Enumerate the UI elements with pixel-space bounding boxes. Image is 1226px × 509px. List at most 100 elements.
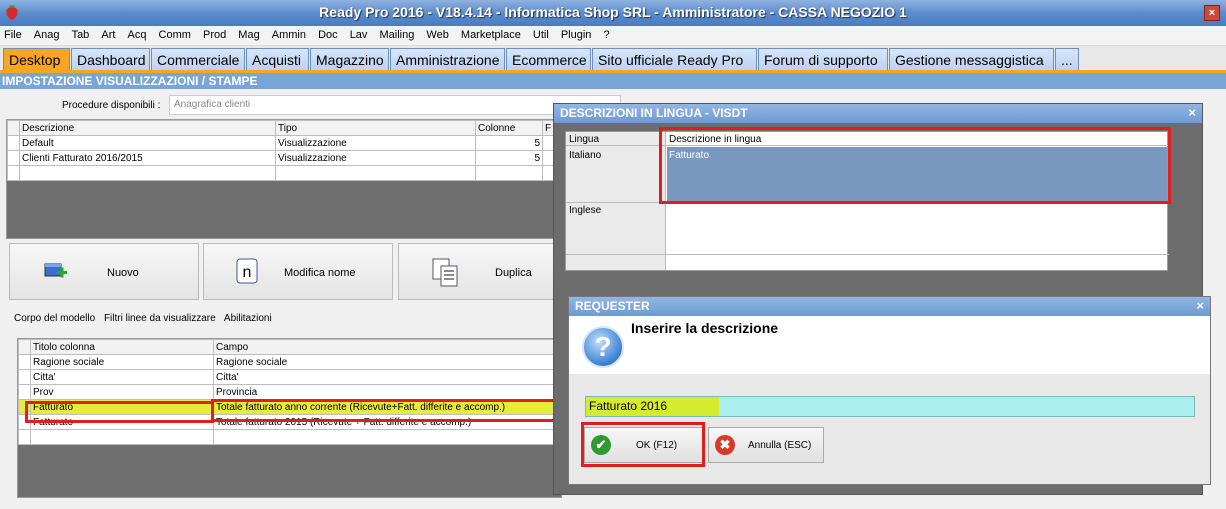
- tab-dashboard[interactable]: Dashboard: [71, 48, 150, 72]
- header-colonne[interactable]: Colonne: [475, 120, 543, 136]
- header-titolo-colonna[interactable]: Titolo colonna: [30, 339, 214, 355]
- procedure-label: Procedure disponibili :: [62, 100, 161, 111]
- menu-anag[interactable]: Anag: [30, 26, 64, 41]
- row-divider: [566, 254, 1169, 255]
- tab-amministrazione[interactable]: Amministrazione: [390, 48, 505, 72]
- tab-messaggistica[interactable]: Gestione messaggistica: [889, 48, 1054, 72]
- menu-bar: File Anag Tab Art Acq Comm Prod Mag Ammi…: [0, 26, 1226, 46]
- cell-titolo[interactable]: Ragione sociale: [30, 354, 214, 370]
- table-row[interactable]: Prov Provincia: [18, 384, 563, 400]
- cell-campo[interactable]: Ragione sociale: [213, 354, 563, 370]
- menu-tab[interactable]: Tab: [68, 26, 94, 41]
- cell-campo[interactable]: Citta': [213, 369, 563, 385]
- header-campo[interactable]: Campo: [213, 339, 563, 355]
- row-indicator: [18, 354, 31, 370]
- row-indicator: [7, 120, 20, 136]
- duplica-button[interactable]: Duplica: [398, 243, 558, 300]
- header-tipo[interactable]: Tipo: [275, 120, 476, 136]
- menu-plugin[interactable]: Plugin: [557, 26, 596, 41]
- header-lingua[interactable]: Lingua: [569, 134, 599, 145]
- tab-desktop[interactable]: Desktop: [3, 48, 70, 72]
- tab-commerciale[interactable]: Commerciale: [151, 48, 245, 72]
- dialog-lang-titlebar: DESCRIZIONI IN LINGUA - VISDT ×: [554, 104, 1202, 123]
- cell-descrizione[interactable]: Clienti Fatturato 2016/2015: [19, 150, 276, 166]
- cancel-x-icon: ✖: [715, 435, 735, 455]
- row-indicator: [7, 135, 20, 151]
- cell-empty[interactable]: [475, 165, 543, 181]
- tab-more[interactable]: ...: [1055, 48, 1079, 72]
- requester-title: REQUESTER: [575, 299, 650, 313]
- row-indicator: [18, 384, 31, 400]
- cell-campo[interactable]: Provincia: [213, 384, 563, 400]
- cell-tipo[interactable]: Visualizzazione: [275, 135, 476, 151]
- tab-acquisti[interactable]: Acquisti: [246, 48, 309, 72]
- header-descrizione[interactable]: Descrizione: [19, 120, 276, 136]
- new-window-icon: [44, 263, 67, 278]
- tab-magazzino[interactable]: Magazzino: [310, 48, 389, 72]
- menu-marketplace[interactable]: Marketplace: [457, 26, 525, 41]
- highlight-titolo: [25, 401, 214, 423]
- menu-doc[interactable]: Doc: [314, 26, 342, 41]
- table-row[interactable]: Ragione sociale Ragione sociale: [18, 354, 563, 370]
- modifica-nome-button[interactable]: n Modifica nome: [203, 243, 393, 300]
- rename-n-icon: n: [236, 258, 258, 284]
- cell-descrizione[interactable]: Default: [19, 135, 276, 151]
- cell-empty[interactable]: [19, 165, 276, 181]
- nuovo-label: Nuovo: [107, 267, 139, 279]
- question-icon: ?: [582, 326, 624, 368]
- menu-prod[interactable]: Prod: [199, 26, 230, 41]
- window-close-button[interactable]: ×: [1204, 5, 1220, 21]
- table-row[interactable]: [18, 429, 563, 445]
- tab-ecommerce[interactable]: Ecommerce: [506, 48, 591, 72]
- cell-lang-inglese[interactable]: Inglese: [569, 205, 601, 216]
- cell-titolo[interactable]: Citta': [30, 369, 214, 385]
- menu-mag[interactable]: Mag: [234, 26, 263, 41]
- cell-tipo[interactable]: Visualizzazione: [275, 150, 476, 166]
- menu-ammin[interactable]: Ammin: [268, 26, 310, 41]
- annulla-label: Annulla (ESC): [748, 440, 812, 451]
- requester-titlebar: REQUESTER ×: [569, 297, 1210, 316]
- table-row[interactable]: Citta' Citta': [18, 369, 563, 385]
- row-indicator: [18, 429, 31, 445]
- svg-text:n: n: [243, 264, 252, 281]
- table-row[interactable]: Default Visualizzazione 5: [7, 135, 567, 151]
- cell-empty[interactable]: [30, 429, 214, 445]
- tab-bar: Desktop Dashboard Commerciale Acquisti M…: [0, 46, 1226, 72]
- table-row[interactable]: Clienti Fatturato 2016/2015 Visualizzazi…: [7, 150, 567, 166]
- menu-comm[interactable]: Comm: [155, 26, 195, 41]
- cell-empty[interactable]: [213, 429, 563, 445]
- highlight-ok: [581, 422, 705, 467]
- subtab-abilitazioni[interactable]: Abilitazioni: [224, 313, 272, 324]
- description-input[interactable]: Fatturato 2016: [585, 396, 1195, 417]
- menu-mailing[interactable]: Mailing: [376, 26, 419, 41]
- cell-colonne[interactable]: 5: [475, 135, 543, 151]
- window-title: Ready Pro 2016 - V18.4.14 - Informatica …: [319, 4, 907, 20]
- subtab-corpo[interactable]: Corpo del modello: [14, 313, 95, 324]
- menu-help[interactable]: ?: [599, 26, 613, 41]
- requester-message: Inserire la descrizione: [631, 320, 779, 336]
- cell-lang-italiano[interactable]: Italiano: [569, 150, 601, 161]
- dialog-lang-title: DESCRIZIONI IN LINGUA - VISDT: [560, 106, 748, 120]
- menu-util[interactable]: Util: [529, 26, 553, 41]
- close-icon[interactable]: ×: [1196, 298, 1204, 313]
- menu-art[interactable]: Art: [97, 26, 119, 41]
- duplica-label: Duplica: [495, 267, 532, 279]
- menu-lav[interactable]: Lav: [346, 26, 372, 41]
- menu-web[interactable]: Web: [422, 26, 452, 41]
- description-input-value[interactable]: Fatturato 2016: [586, 397, 719, 416]
- menu-file[interactable]: File: [0, 26, 26, 41]
- table-row[interactable]: [7, 165, 567, 181]
- tab-sito-ufficiale[interactable]: Sito ufficiale Ready Pro: [592, 48, 757, 72]
- annulla-button[interactable]: ✖ Annulla (ESC): [708, 427, 824, 463]
- tab-forum[interactable]: Forum di supporto: [758, 48, 888, 72]
- cell-empty[interactable]: [275, 165, 476, 181]
- nuovo-button[interactable]: Nuovo: [9, 243, 199, 300]
- subtab-filtri[interactable]: Filtri linee da visualizzare: [104, 313, 216, 324]
- close-icon[interactable]: ×: [1188, 105, 1196, 120]
- highlight-campo: [211, 399, 556, 422]
- models-grid: Descrizione Tipo Colonne F Default Visua…: [6, 119, 567, 239]
- cell-titolo[interactable]: Prov: [30, 384, 214, 400]
- duplicate-icon: [432, 258, 458, 287]
- menu-acq[interactable]: Acq: [124, 26, 151, 41]
- cell-colonne[interactable]: 5: [475, 150, 543, 166]
